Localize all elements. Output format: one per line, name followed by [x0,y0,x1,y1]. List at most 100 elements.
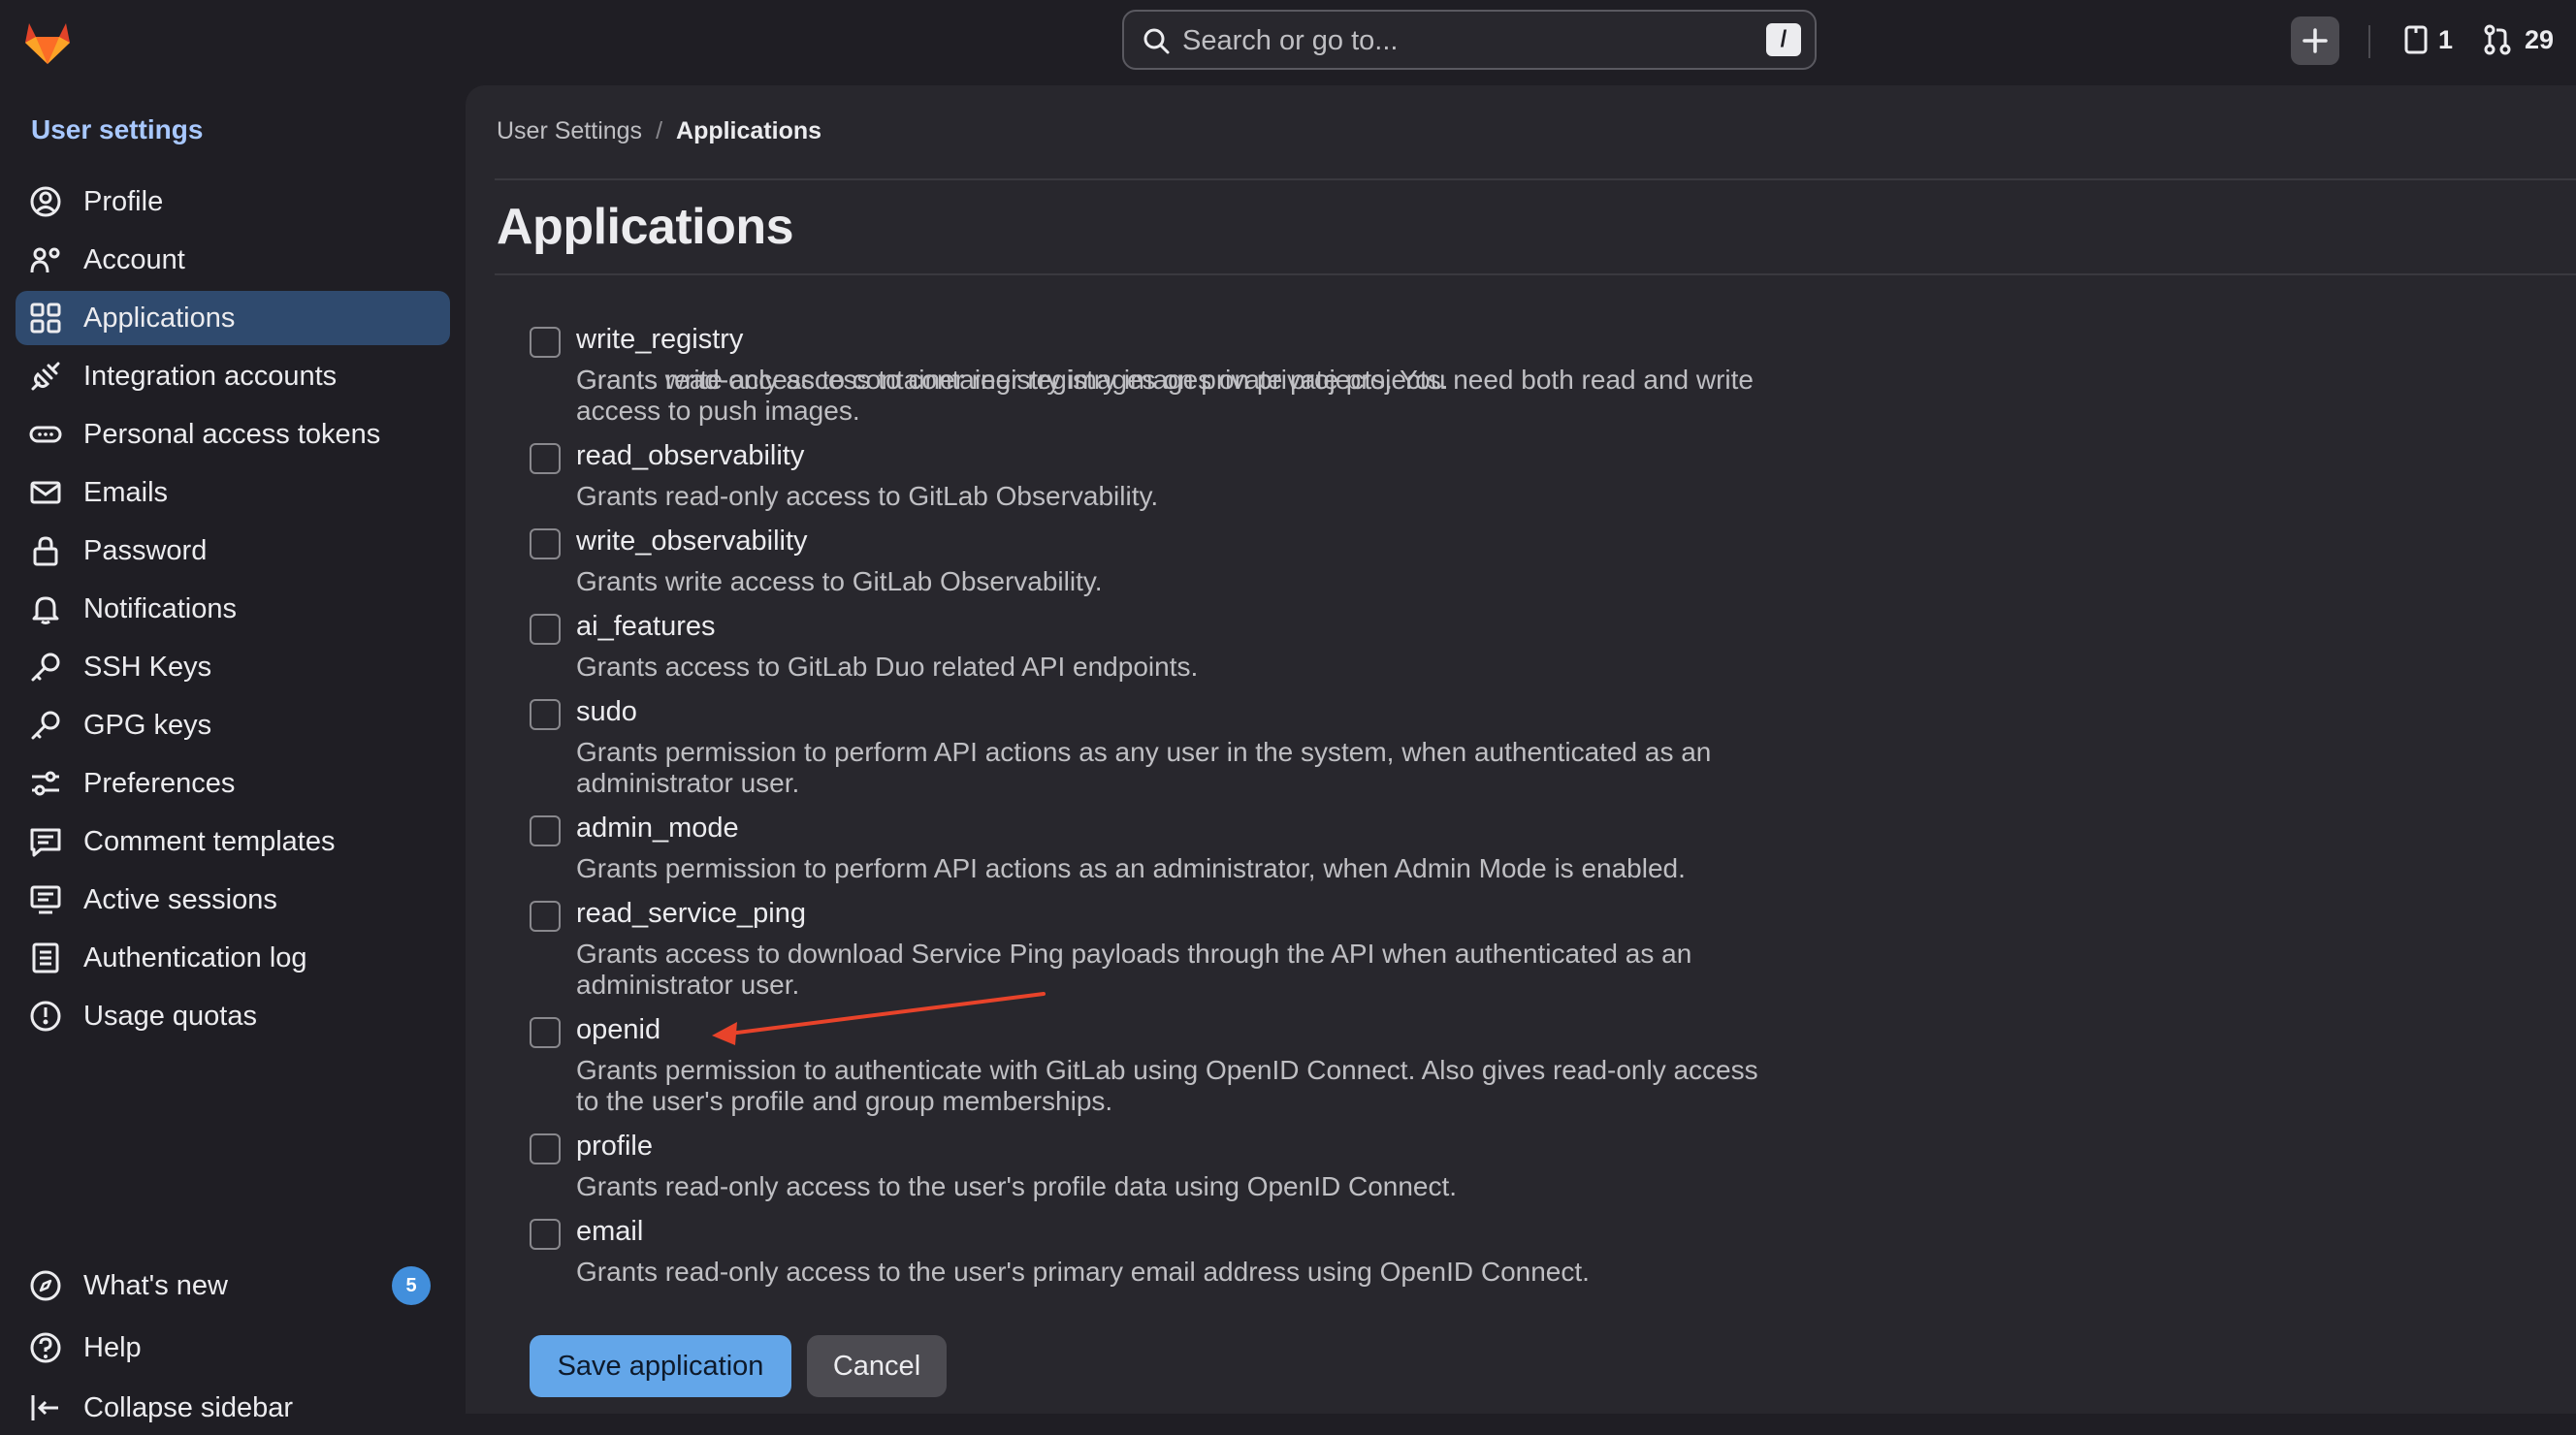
sidebar-item-comment-templates[interactable]: Comment templates [16,814,450,869]
sidebar: User settings Profile Account Applicatio… [0,85,464,1423]
sidebar-item-emails[interactable]: Emails [16,465,450,520]
sidebar-title[interactable]: User settings [31,114,203,145]
breadcrumb-parent[interactable]: User Settings [497,117,642,144]
scope-checkbox[interactable] [530,1133,561,1164]
scope-row: read_observability Grants read-only acces… [530,440,2081,518]
sidebar-item-integration-accounts[interactable]: Integration accounts [16,349,450,403]
sidebar-item-label: GPG keys [83,709,212,741]
gitlab-logo-icon[interactable] [19,14,76,70]
scope-description: Grants read-only access to the user's pr… [576,1257,1590,1287]
sidebar-item-label: What's new [83,1269,228,1301]
scope-checkbox[interactable] [530,699,561,730]
sidebar-item-label: Integration accounts [83,360,338,392]
breadcrumb-separator: / [656,117,663,144]
scope-name[interactable]: read_observability [576,440,804,472]
scope-description: Grants permission to authenticate with G… [576,1055,1758,1116]
scope-description: Grants permission to perform API actions… [576,853,1686,883]
scope-description: Grants read-only access to the user's pr… [576,1171,1458,1201]
sidebar-item-label: Password [83,534,208,566]
search-icon [1143,28,1170,54]
scope-description: Grants permission to perform API actions… [576,737,1712,798]
sidebar-item-label: Collapse sidebar [83,1391,294,1423]
sidebar-item-account[interactable]: Account [16,233,450,287]
sidebar-item-label: Profile [83,185,164,217]
sidebar-item-password[interactable]: Password [16,524,450,578]
lock-icon [33,536,58,566]
scope-name[interactable]: write_observability [576,526,808,558]
sidebar-item-gpg-keys[interactable]: GPG keys [16,698,450,752]
sidebar-item-active-sessions[interactable]: Active sessions [16,873,450,927]
scope-description: Grants write access to container registr… [576,365,1754,426]
compass-icon [30,1270,61,1301]
breadcrumb: User Settings / Applications [497,117,821,145]
sidebar-item-ssh-keys[interactable]: SSH Keys [16,640,450,694]
scope-description: Grants access to download Service Ping p… [576,939,1692,1000]
scope-row: write_registry Grants write access to con… [530,324,2081,426]
sidebar-item-label: Applications [83,302,236,334]
scope-checkbox[interactable] [530,1219,561,1250]
scope-name[interactable]: ai_features [576,611,716,643]
merge-requests-count: 29 [2525,25,2555,54]
sidebar-item-collapse-sidebar[interactable]: Collapse sidebar [16,1381,450,1435]
account-icon [30,247,60,273]
sidebar-item-applications[interactable]: Applications [16,291,450,345]
scope-name[interactable]: admin_mode [576,813,739,845]
scope-checkbox[interactable] [530,443,561,474]
sidebar-item-label: Notifications [83,592,237,624]
sidebar-item-whats-new[interactable]: What's new 5 [16,1259,450,1313]
sidebar-item-preferences[interactable]: Preferences [16,756,450,811]
sidebar-item-authentication-log[interactable]: Authentication log [16,931,450,985]
topbar-divider [2368,25,2370,58]
scope-row: openid Grants permission to authenticate … [530,1014,2081,1116]
save-application-button[interactable]: Save application [530,1335,791,1397]
plug-icon [31,362,60,391]
scope-checkbox[interactable] [530,327,561,358]
scope-checkbox[interactable] [530,901,561,932]
scope-name[interactable]: profile [576,1131,653,1163]
top-bar: Search or go to... / 1 29 [0,0,2576,85]
mail-icon [30,481,61,504]
issues-count: 1 [2438,25,2454,54]
sidebar-item-label: Comment templates [83,825,336,857]
preferences-icon [32,771,59,796]
scope-name[interactable]: email [576,1216,643,1248]
breadcrumb-divider [495,178,2576,180]
sidebar-item-label: SSH Keys [83,651,212,683]
search-placeholder: Search or go to... [1182,25,1399,56]
sidebar-item-personal-access-tokens[interactable]: Personal access tokens [16,407,450,462]
create-new-button[interactable] [2291,16,2339,65]
scope-name[interactable]: write_registry [576,324,743,356]
sidebar-item-profile[interactable]: Profile [16,175,450,229]
page-title: Applications [497,199,794,255]
scope-description: Grants write access to GitLab Observabil… [576,566,1103,596]
sidebar-item-label: Personal access tokens [83,418,381,450]
breadcrumb-current[interactable]: Applications [676,117,821,144]
search-shortcut-key: / [1766,23,1801,56]
sidebar-item-help[interactable]: Help [16,1321,450,1375]
scope-checkbox[interactable] [530,815,561,846]
sidebar-item-label: Authentication log [83,941,307,973]
cancel-button[interactable]: Cancel [807,1335,947,1397]
scope-checkbox[interactable] [530,614,561,645]
token-icon [29,426,62,443]
sidebar-item-usage-quotas[interactable]: Usage quotas [16,989,450,1043]
scope-name[interactable]: sudo [576,696,637,728]
sidebar-item-label: Emails [83,476,169,508]
log-icon [32,942,59,973]
scope-checkbox[interactable] [530,528,561,559]
sidebar-item-label: Active sessions [83,883,277,915]
scope-name[interactable]: read_service_ping [576,898,806,930]
scope-name[interactable]: openid [576,1014,660,1046]
scope-row: ai_features Grants access to GitLab Duo r… [530,611,2081,688]
profile-icon [30,186,61,217]
scope-row: admin_mode Grants permission to perform A… [530,813,2081,890]
applications-icon [30,303,61,334]
scope-description: Grants access to GitLab Duo related API … [576,652,1199,682]
search-bar[interactable]: Search or go to... / [1122,10,1817,70]
help-icon [30,1332,61,1363]
scope-checkbox[interactable] [530,1017,561,1048]
sidebar-item-notifications[interactable]: Notifications [16,582,450,636]
plus-icon [2302,28,2328,53]
scope-row: write_observability Grants write access t… [530,526,2081,603]
scope-row: profile Grants read-only access to the us… [530,1131,2081,1208]
